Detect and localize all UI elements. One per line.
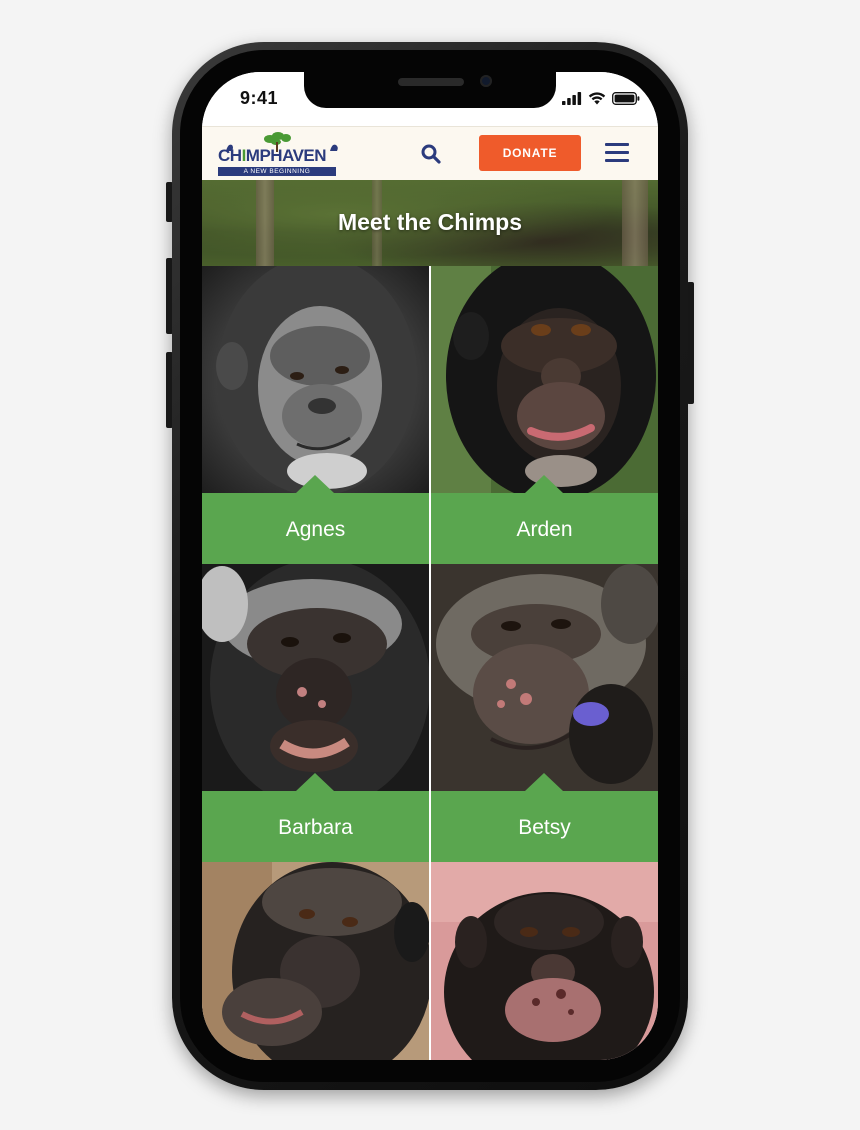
chimp-card-6[interactable] xyxy=(431,862,658,1060)
chimp-grid: Agnes Arden Barbara Betsy xyxy=(202,266,658,1060)
chimp-label-bar: Betsy xyxy=(431,773,658,862)
earpiece-speaker xyxy=(398,78,464,86)
chimp-photo-arden xyxy=(431,266,658,493)
chimp-card-5[interactable] xyxy=(202,862,429,1060)
chimp-card-arden[interactable]: Arden xyxy=(431,266,658,564)
page-title: Meet the Chimps xyxy=(337,209,523,235)
cellular-signal-icon xyxy=(562,92,582,105)
status-icons xyxy=(562,92,640,105)
chimp-photo-betsy xyxy=(431,564,658,791)
search-button[interactable] xyxy=(420,143,442,165)
site-header: CHIMPHAVEN A NEW BEGINNING DONATE xyxy=(202,126,658,181)
chimp-name: Arden xyxy=(516,518,573,541)
wifi-icon xyxy=(588,92,606,105)
chimp-label-bar: Agnes xyxy=(202,475,429,564)
chimp-photo-5 xyxy=(202,862,429,1060)
mockup-stage: 9:41 CHIMPHAVEN A NEW BEGINNING DONATE M… xyxy=(0,0,860,1130)
hamburger-menu-icon[interactable] xyxy=(605,143,629,165)
chimp-name: Barbara xyxy=(278,816,353,839)
chimp-name: Betsy xyxy=(518,816,571,839)
phone-screen: 9:41 CHIMPHAVEN A NEW BEGINNING DONATE M… xyxy=(202,72,658,1060)
logo-tagline: A NEW BEGINNING xyxy=(218,167,336,176)
phone-notch xyxy=(304,72,556,108)
chimp-row: Agnes Arden xyxy=(202,266,658,564)
chimp-photo-6 xyxy=(431,862,658,1060)
chimp-label-bar: Arden xyxy=(431,475,658,564)
chimp-row: Barbara Betsy xyxy=(202,564,658,862)
front-camera xyxy=(480,75,492,87)
chimp-card-betsy[interactable]: Betsy xyxy=(431,564,658,862)
chimp-card-agnes[interactable]: Agnes xyxy=(202,266,429,564)
chimp-photo-agnes xyxy=(202,266,429,493)
chimp-haven-logo[interactable]: CHIMPHAVEN A NEW BEGINNING xyxy=(218,131,342,177)
hero-banner: Meet the Chimps xyxy=(202,180,658,266)
chimp-row xyxy=(202,862,658,1060)
chimp-name: Agnes xyxy=(285,518,346,541)
chimp-photo-barbara xyxy=(202,564,429,791)
donate-button[interactable]: DONATE xyxy=(479,135,581,171)
chimp-card-barbara[interactable]: Barbara xyxy=(202,564,429,862)
status-time: 9:41 xyxy=(240,88,279,108)
phone-power-button xyxy=(687,282,694,404)
battery-icon xyxy=(612,92,640,105)
search-icon xyxy=(421,144,441,164)
chimp-label-bar: Barbara xyxy=(202,773,429,862)
logo-wordmark: CHIMPHAVEN xyxy=(218,146,327,165)
